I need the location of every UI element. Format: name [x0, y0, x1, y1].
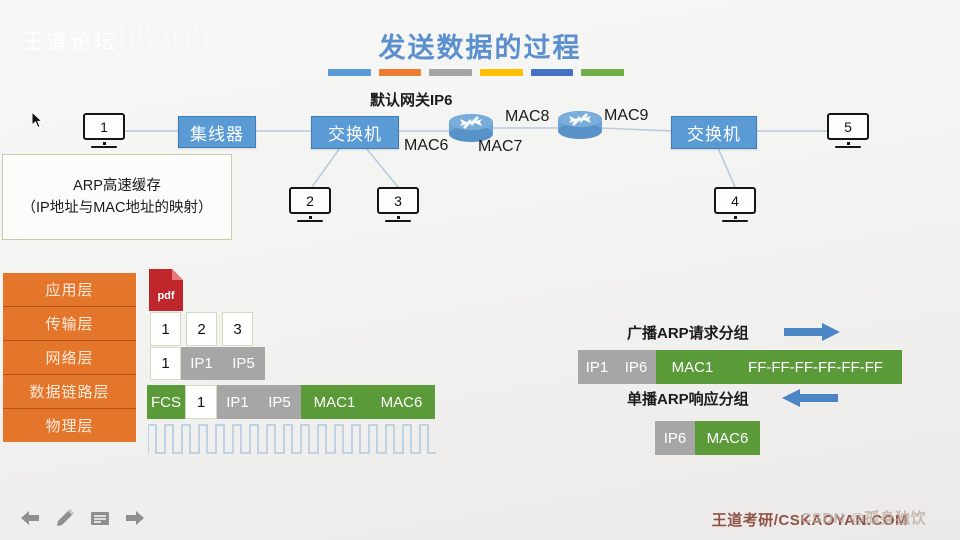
bottom-toolbar[interactable] — [20, 508, 145, 528]
frame-field-data: 1 — [185, 385, 217, 419]
host-2[interactable]: 2 — [289, 187, 331, 223]
mac-label-6: MAC6 — [404, 137, 449, 154]
arp-req-field-ip1: IP1 — [578, 350, 616, 384]
mac-label-7: MAC7 — [478, 138, 523, 155]
app-seg-3: 3 — [222, 312, 253, 346]
net-field-ip5: IP5 — [222, 347, 265, 380]
layer-physical[interactable]: 物理层 — [3, 409, 136, 442]
switch-right-node[interactable]: 交换机 — [671, 116, 757, 149]
accent-bar-4 — [480, 69, 523, 76]
monitor-base — [722, 219, 748, 223]
monitor-neck — [733, 215, 737, 219]
pencil-icon[interactable] — [55, 508, 75, 528]
svg-text:pdf: pdf — [157, 290, 174, 302]
accent-bar-3 — [429, 69, 473, 76]
net-field-data: 1 — [150, 347, 181, 380]
host-2-label: 2 — [289, 187, 331, 214]
frame-field-ip5: IP5 — [258, 385, 301, 419]
arp-req-field-broadcast: FF-FF-FF-FF-FF-FF — [729, 350, 902, 384]
monitor-base — [91, 145, 117, 149]
layer-network[interactable]: 网络层 — [3, 341, 136, 375]
monitor-neck — [846, 141, 850, 145]
page-title: 发送数据的过程 — [378, 33, 582, 64]
csdn-watermark: CSDN @孤身独饮 — [800, 510, 926, 527]
app-seg-1: 1 — [150, 312, 181, 346]
host-3-label: 3 — [377, 187, 419, 214]
pdf-file-icon: pdf — [149, 269, 183, 311]
host-1-label: 1 — [83, 113, 125, 140]
accent-bar-5 — [530, 69, 574, 76]
arp-req-field-ip6: IP6 — [616, 350, 656, 384]
accent-bar-1 — [328, 69, 371, 76]
slide-canvas: 王道论坛 发送数据的过程 默认网关IP6 1 集线器 交换机 MAC6 MAC7… — [0, 0, 960, 540]
router-2-icon[interactable] — [557, 110, 603, 140]
monitor-neck — [308, 215, 312, 219]
monitor-base — [297, 219, 323, 223]
arp-response-arrow-icon — [782, 389, 838, 407]
mouse-cursor — [31, 111, 44, 129]
host-5-label: 5 — [827, 113, 869, 140]
monitor-neck — [102, 141, 106, 145]
host-5[interactable]: 5 — [827, 113, 869, 149]
physical-signal-waveform — [148, 424, 436, 454]
osi-layer-stack: 应用层 传输层 网络层 数据链路层 物理层 — [3, 273, 136, 442]
hub-node[interactable]: 集线器 — [178, 116, 256, 148]
arp-response-caption: 单播ARP响应分组 — [627, 391, 749, 408]
frame-field-mac6: MAC6 — [368, 385, 435, 419]
frame-field-ip1: IP1 — [217, 385, 258, 419]
monitor-neck — [396, 215, 400, 219]
default-gateway-label: 默认网关IP6 — [370, 92, 453, 109]
accent-bar-2 — [378, 69, 422, 76]
back-arrow-icon[interactable] — [20, 508, 40, 528]
monitor-base — [385, 219, 411, 223]
mac-label-8: MAC8 — [505, 108, 550, 125]
forward-arrow-icon[interactable] — [125, 508, 145, 528]
arp-cache-callout: ARP高速缓存 （IP地址与MAC地址的映射） — [2, 154, 232, 240]
layer-application[interactable]: 应用层 — [3, 273, 136, 307]
frame-field-mac1: MAC1 — [301, 385, 368, 419]
accent-bar-6 — [581, 69, 625, 76]
host-3[interactable]: 3 — [377, 187, 419, 223]
app-seg-2: 2 — [186, 312, 217, 346]
arp-cache-line-1: ARP高速缓存 — [73, 177, 161, 194]
monitor-base — [835, 145, 861, 149]
frame-field-fcs: FCS — [147, 385, 185, 419]
arp-resp-field-mac6: MAC6 — [695, 421, 760, 455]
network-links — [125, 127, 828, 188]
arp-request-arrow-icon — [784, 323, 840, 341]
layer-transport[interactable]: 传输层 — [3, 307, 136, 341]
host-4-label: 4 — [714, 187, 756, 214]
switch-left-node[interactable]: 交换机 — [311, 116, 399, 149]
arp-cache-line-2: （IP地址与MAC地址的映射） — [21, 200, 213, 216]
arp-resp-field-ip6: IP6 — [655, 421, 695, 455]
arp-req-field-mac1: MAC1 — [656, 350, 729, 384]
mac-label-9: MAC9 — [604, 107, 649, 124]
host-4[interactable]: 4 — [714, 187, 756, 223]
title-accent-bars — [328, 69, 625, 76]
arp-request-caption: 广播ARP请求分组 — [627, 325, 749, 342]
note-icon[interactable] — [90, 508, 110, 528]
layer-datalink[interactable]: 数据链路层 — [3, 375, 136, 409]
net-field-ip1: IP1 — [181, 347, 222, 380]
host-1[interactable]: 1 — [83, 113, 125, 149]
